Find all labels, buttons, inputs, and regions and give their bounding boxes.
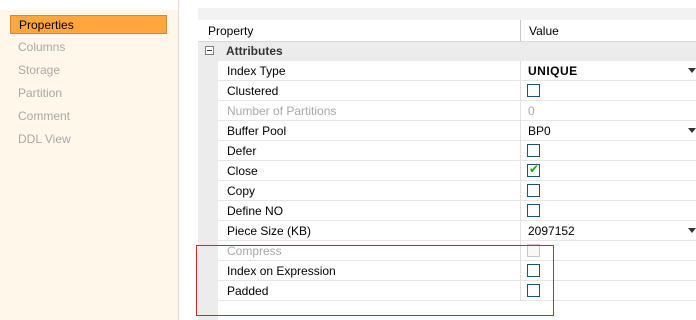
- row-separator: [520, 121, 521, 141]
- row-index-type[interactable]: Index Type UNIQUE: [218, 61, 696, 81]
- column-separator[interactable]: [520, 20, 521, 41]
- dropdown-arrow-icon[interactable]: [688, 228, 696, 233]
- row-defer[interactable]: Defer: [218, 141, 696, 161]
- row-separator: [520, 61, 521, 81]
- property-name: Define NO: [227, 204, 284, 218]
- property-name: Buffer Pool: [227, 124, 287, 138]
- nav-item-comment[interactable]: Comment: [10, 107, 167, 126]
- close-checkbox[interactable]: ✔: [527, 162, 540, 177]
- property-name: Clustered: [227, 84, 279, 98]
- dropdown-arrow-icon[interactable]: [688, 68, 696, 73]
- checkmark-icon: ✔: [529, 162, 540, 176]
- define-no-checkbox[interactable]: [527, 204, 540, 217]
- number-of-partitions-value: 0: [528, 104, 535, 118]
- copy-checkbox[interactable]: [527, 184, 540, 197]
- index-type-value[interactable]: UNIQUE: [528, 64, 578, 78]
- row-separator: [520, 201, 521, 221]
- row-separator: [520, 141, 521, 161]
- property-name: Index Type: [227, 64, 286, 78]
- category-attributes[interactable]: Attributes: [198, 42, 696, 61]
- nav-item-storage[interactable]: Storage: [10, 61, 167, 80]
- nav-item-columns[interactable]: Columns: [10, 38, 167, 57]
- property-column-header[interactable]: Property: [208, 24, 253, 38]
- row-clustered[interactable]: Clustered: [218, 81, 696, 101]
- row-separator: [520, 81, 521, 101]
- row-separator: [520, 221, 521, 241]
- row-separator: [520, 181, 521, 201]
- highlight-box: [196, 245, 554, 316]
- row-separator: [520, 161, 521, 181]
- row-piece-size[interactable]: Piece Size (KB) 2097152: [218, 221, 696, 241]
- row-copy[interactable]: Copy: [218, 181, 696, 201]
- collapse-icon[interactable]: [205, 46, 214, 55]
- property-name: Close: [227, 164, 258, 178]
- property-name: Piece Size (KB): [227, 224, 312, 238]
- nav-item-partition[interactable]: Partition: [10, 84, 167, 103]
- nav-item-properties[interactable]: Properties: [10, 15, 167, 34]
- property-name: Defer: [227, 144, 257, 158]
- row-separator: [520, 101, 521, 121]
- piece-size-value[interactable]: 2097152: [528, 224, 575, 238]
- grid-header: Property Value: [198, 20, 696, 42]
- category-title: Attributes: [226, 44, 283, 58]
- row-define-no[interactable]: Define NO: [218, 201, 696, 221]
- side-navigation: Properties Columns Storage Partition Com…: [0, 0, 179, 320]
- row-close[interactable]: Close ✔: [218, 161, 696, 181]
- row-number-of-partitions: Number of Partitions 0: [218, 101, 696, 121]
- value-column-header[interactable]: Value: [529, 24, 559, 38]
- nav-item-ddl-view[interactable]: DDL View: [10, 130, 167, 149]
- buffer-pool-value[interactable]: BP0: [528, 124, 551, 138]
- dropdown-arrow-icon[interactable]: [688, 128, 696, 133]
- nav-top-spacer: [0, 0, 178, 10]
- property-name: Number of Partitions: [227, 104, 337, 118]
- defer-checkbox[interactable]: [527, 144, 540, 157]
- clustered-checkbox[interactable]: [527, 84, 540, 97]
- row-buffer-pool[interactable]: Buffer Pool BP0: [218, 121, 696, 141]
- property-name: Copy: [227, 184, 256, 198]
